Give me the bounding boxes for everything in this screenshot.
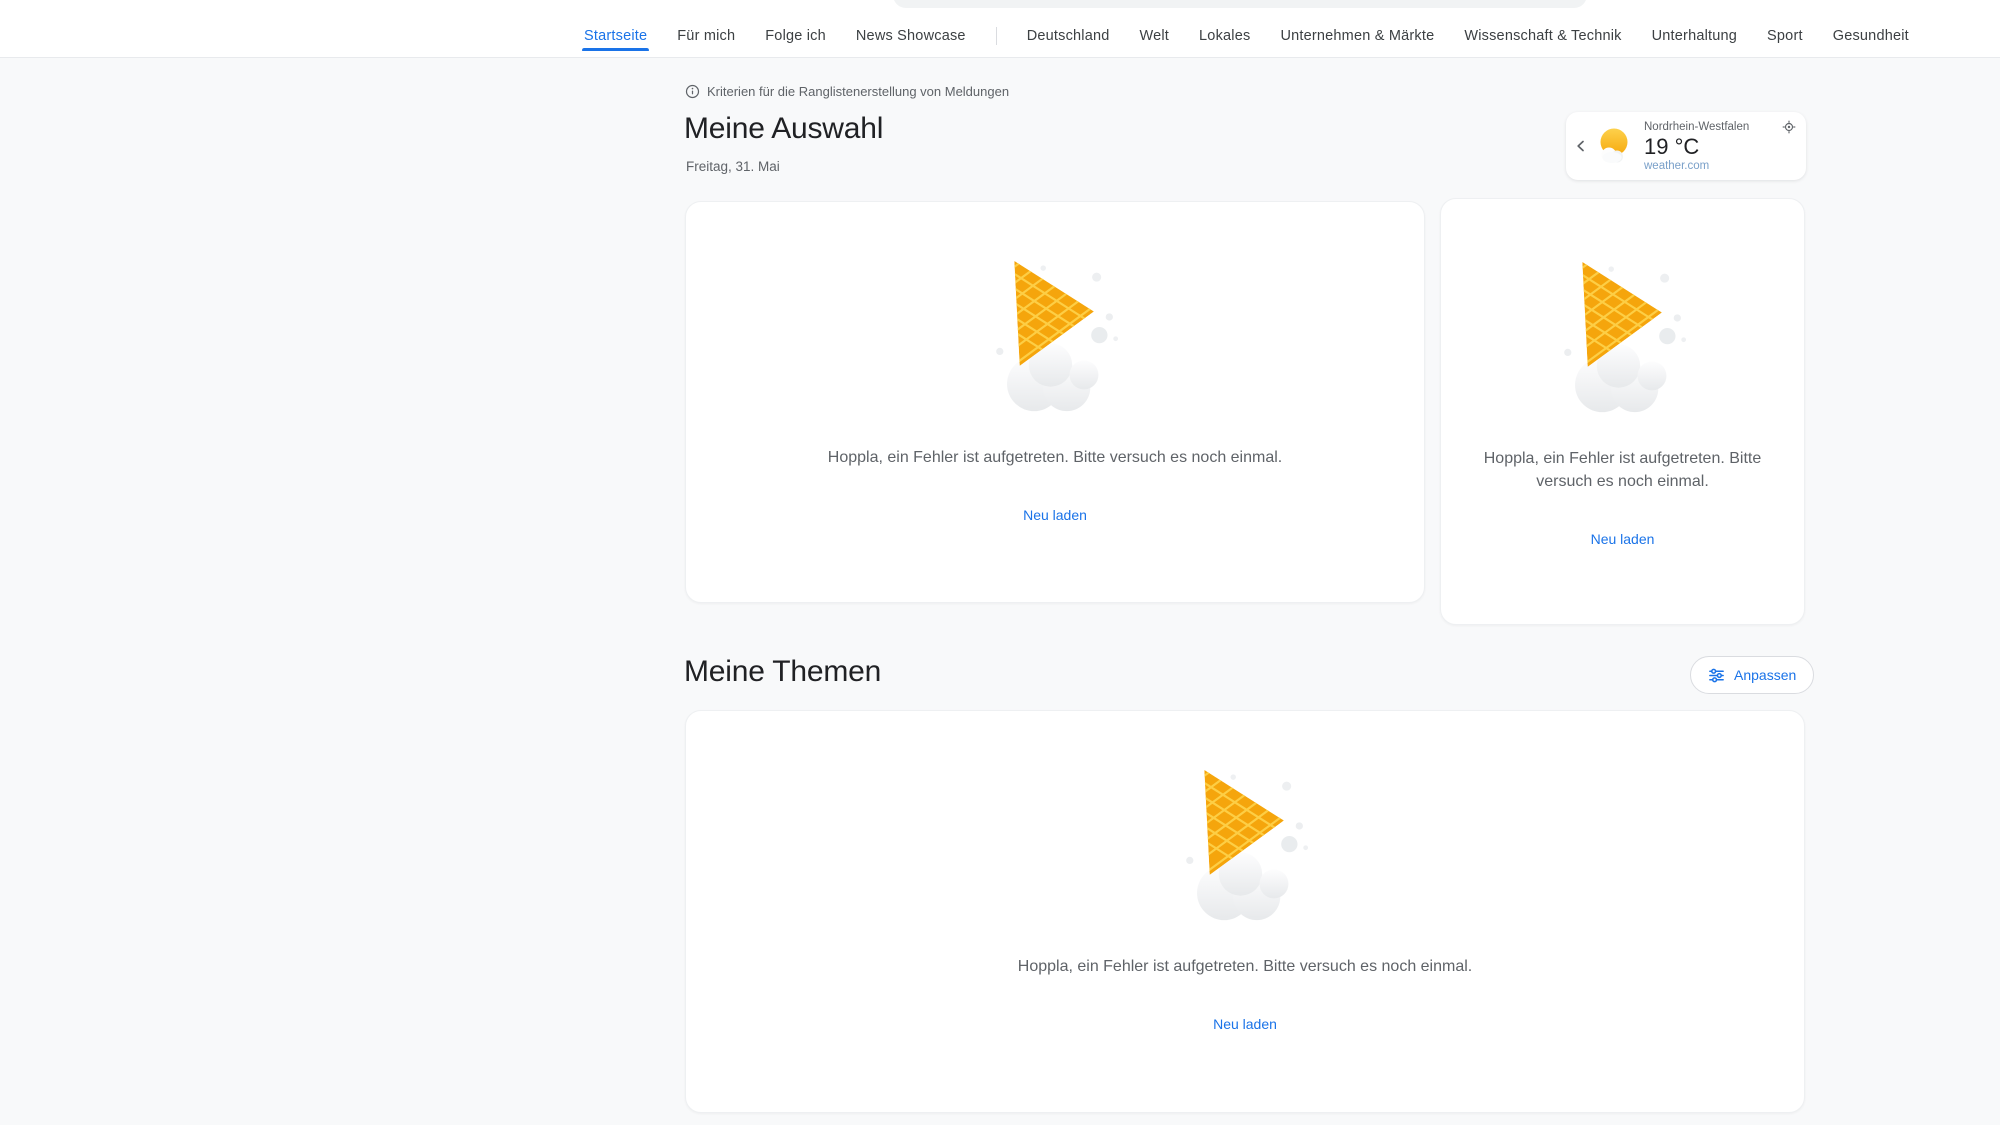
error-message: Hoppla, ein Fehler ist aufgetreten. Bitt… [1018, 955, 1472, 978]
reload-button[interactable]: Neu laden [1591, 531, 1655, 547]
tab-wissenschaft-technik[interactable]: Wissenschaft & Technik [1464, 28, 1621, 44]
page-title-meine-themen: Meine Themen [684, 655, 881, 689]
chevron-left-icon[interactable] [1572, 137, 1590, 155]
nav-divider [996, 27, 997, 45]
error-card-selection-side: Hoppla, ein Fehler ist aufgetreten. Bitt… [1440, 198, 1805, 625]
tune-icon [1708, 667, 1725, 684]
weather-widget[interactable]: Nordrhein-Westfalen 19 °C weather.com [1566, 112, 1806, 180]
tab-sport[interactable]: Sport [1767, 28, 1803, 44]
error-illustration-ice-cream-icon [1174, 759, 1316, 931]
error-illustration-ice-cream-icon [1552, 251, 1694, 423]
error-message: Hoppla, ein Fehler ist aufgetreten. Bitt… [1465, 447, 1780, 493]
info-icon [685, 84, 700, 99]
reload-button[interactable]: Neu laden [1213, 1016, 1277, 1032]
my-location-icon[interactable] [1782, 120, 1796, 134]
reload-button[interactable]: Neu laden [1023, 507, 1087, 523]
tab-welt[interactable]: Welt [1140, 28, 1170, 44]
error-message: Hoppla, ein Fehler ist aufgetreten. Bitt… [828, 446, 1282, 469]
customize-button-label: Anpassen [1734, 667, 1796, 683]
error-card-topics: Hoppla, ein Fehler ist aufgetreten. Bitt… [685, 710, 1805, 1113]
top-navigation-bar: Startseite Für mich Folge ich News Showc… [0, 0, 2000, 58]
tab-startseite[interactable]: Startseite [584, 28, 647, 44]
tab-unternehmen-maerkte[interactable]: Unternehmen & Märkte [1280, 28, 1434, 44]
tab-lokales[interactable]: Lokales [1199, 28, 1250, 44]
current-date: Freitag, 31. Mai [686, 159, 780, 174]
tab-unterhaltung[interactable]: Unterhaltung [1652, 28, 1737, 44]
ranking-criteria-link[interactable]: Kriterien für die Ranglistenerstellung v… [685, 84, 1009, 99]
section-tabs: Startseite Für mich Folge ich News Showc… [584, 0, 1909, 58]
page-title-meine-auswahl: Meine Auswahl [684, 112, 883, 146]
tab-deutschland[interactable]: Deutschland [1027, 28, 1110, 44]
weather-location: Nordrhein-Westfalen [1644, 121, 1749, 133]
partly-sunny-icon [1592, 123, 1638, 169]
error-card-selection-main: Hoppla, ein Fehler ist aufgetreten. Bitt… [685, 201, 1425, 603]
weather-temperature: 19 °C [1644, 134, 1796, 159]
tab-folge-ich[interactable]: Folge ich [765, 28, 826, 44]
weather-source-link[interactable]: weather.com [1644, 160, 1796, 172]
tab-fuer-mich[interactable]: Für mich [677, 28, 735, 44]
tab-gesundheit[interactable]: Gesundheit [1833, 28, 1909, 44]
ranking-criteria-label: Kriterien für die Ranglistenerstellung v… [707, 84, 1009, 99]
tab-news-showcase[interactable]: News Showcase [856, 28, 966, 44]
customize-button[interactable]: Anpassen [1690, 656, 1814, 694]
weather-info: Nordrhein-Westfalen 19 °C weather.com [1644, 120, 1796, 171]
error-illustration-ice-cream-icon [984, 250, 1126, 422]
